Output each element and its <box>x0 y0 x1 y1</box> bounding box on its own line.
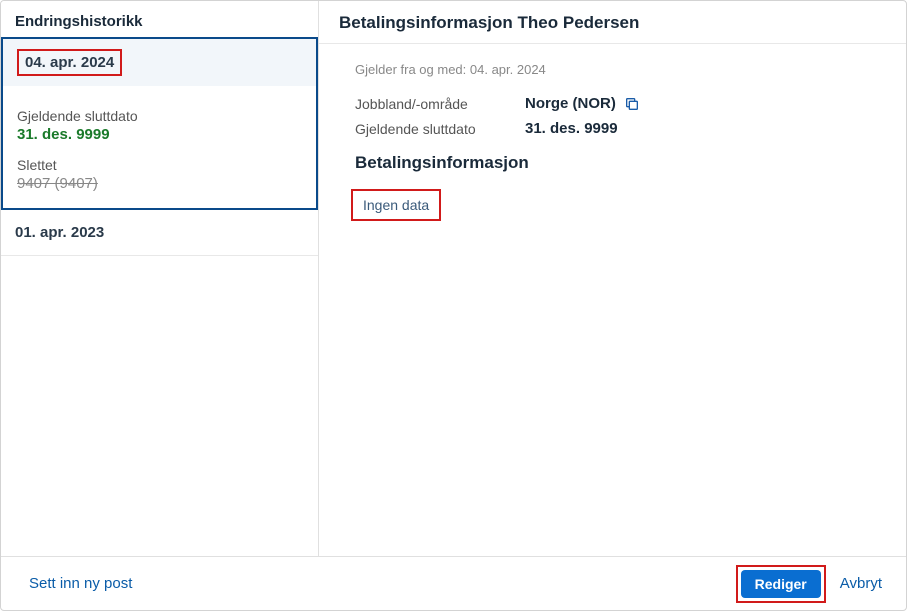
history-item-0-date: 04. apr. 2024 <box>17 49 122 76</box>
field-row-1: Gjeldende sluttdato 31. des. 9999 <box>355 120 876 137</box>
history-item-0-deleted-label: Slettet <box>17 157 302 173</box>
field-0-label: Jobbland/-område <box>355 96 525 112</box>
history-item-0-date-row: 04. apr. 2024 <box>3 39 316 86</box>
copy-icon[interactable] <box>624 96 640 112</box>
edit-button-highlight: Rediger <box>736 565 826 603</box>
history-item-1[interactable]: 01. apr. 2023 <box>1 210 318 256</box>
main-content: Gjelder fra og med: 04. apr. 2024 Jobbla… <box>319 44 906 556</box>
effective-from: Gjelder fra og med: 04. apr. 2024 <box>355 62 876 77</box>
field-list: Jobbland/-område Norge (NOR) <box>355 95 876 137</box>
main-panel: Betalingsinformasjon Theo Pedersen Gjeld… <box>319 1 906 556</box>
field-0-value: Norge (NOR) <box>525 95 616 112</box>
cancel-button[interactable]: Avbryt <box>836 569 886 598</box>
field-1-label: Gjeldende sluttdato <box>355 121 525 137</box>
history-sidebar: Endringshistorikk 04. apr. 2024 Gjeldend… <box>1 1 319 556</box>
history-item-0-enddate-label: Gjeldende sluttdato <box>17 108 302 124</box>
field-row-0: Jobbland/-område Norge (NOR) <box>355 95 876 112</box>
no-data-message: Ingen data <box>351 189 441 221</box>
edit-button[interactable]: Rediger <box>741 570 821 598</box>
history-item-1-date: 01. apr. 2023 <box>15 224 104 241</box>
history-item-0-deleted-value: 9407 (9407) <box>17 175 302 192</box>
page-title: Betalingsinformasjon Theo Pedersen <box>319 1 906 44</box>
section-heading: Betalingsinformasjon <box>355 153 876 173</box>
history-item-0-details: Gjeldende sluttdato 31. des. 9999 Slette… <box>3 86 316 208</box>
insert-new-button[interactable]: Sett inn ny post <box>25 569 136 598</box>
history-item-0-enddate-value: 31. des. 9999 <box>17 126 302 143</box>
field-0-value-wrap: Norge (NOR) <box>525 95 640 112</box>
field-1-value: 31. des. 9999 <box>525 120 618 137</box>
field-1-value-wrap: 31. des. 9999 <box>525 120 618 137</box>
footer: Sett inn ny post Rediger Avbryt <box>1 556 906 610</box>
history-item-0[interactable]: 04. apr. 2024 Gjeldende sluttdato 31. de… <box>1 37 318 210</box>
sidebar-title: Endringshistorikk <box>1 1 318 38</box>
